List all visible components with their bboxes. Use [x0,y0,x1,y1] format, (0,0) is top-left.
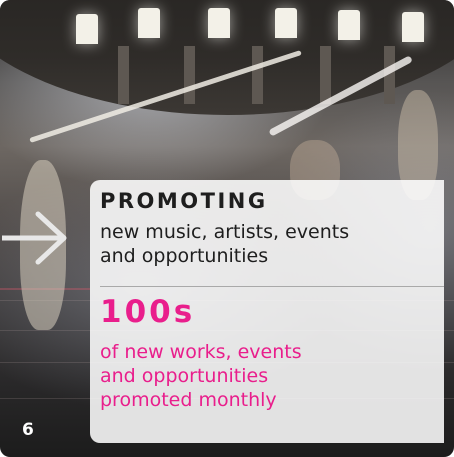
window-light [402,12,424,42]
pillar [184,46,195,104]
arrow-right-icon [2,211,67,265]
stat-value: 100s [100,294,196,330]
window-light [275,8,297,38]
pillar [118,46,129,104]
stat-line: promoted monthly [100,389,277,411]
pillar [252,46,263,104]
subheading-line: new music, artists, events [100,221,350,243]
subheading-line: and opportunities [100,245,269,267]
divider [100,286,444,287]
page-number: 6 [22,420,34,440]
promo-card: PROMOTING new music, artists, events and… [0,0,454,457]
info-panel: PROMOTING new music, artists, events and… [90,180,444,443]
pillar [320,46,331,104]
window-light [208,8,230,38]
panel-subheading: new music, artists, events and opportuni… [100,220,349,268]
stat-description: of new works, events and opportunities p… [100,340,302,412]
window-light [338,10,360,40]
panel-heading: PROMOTING [100,189,268,213]
window-light [138,8,160,38]
stat-line: and opportunities [100,365,269,387]
window-light [76,14,98,44]
stat-line: of new works, events [100,341,302,363]
